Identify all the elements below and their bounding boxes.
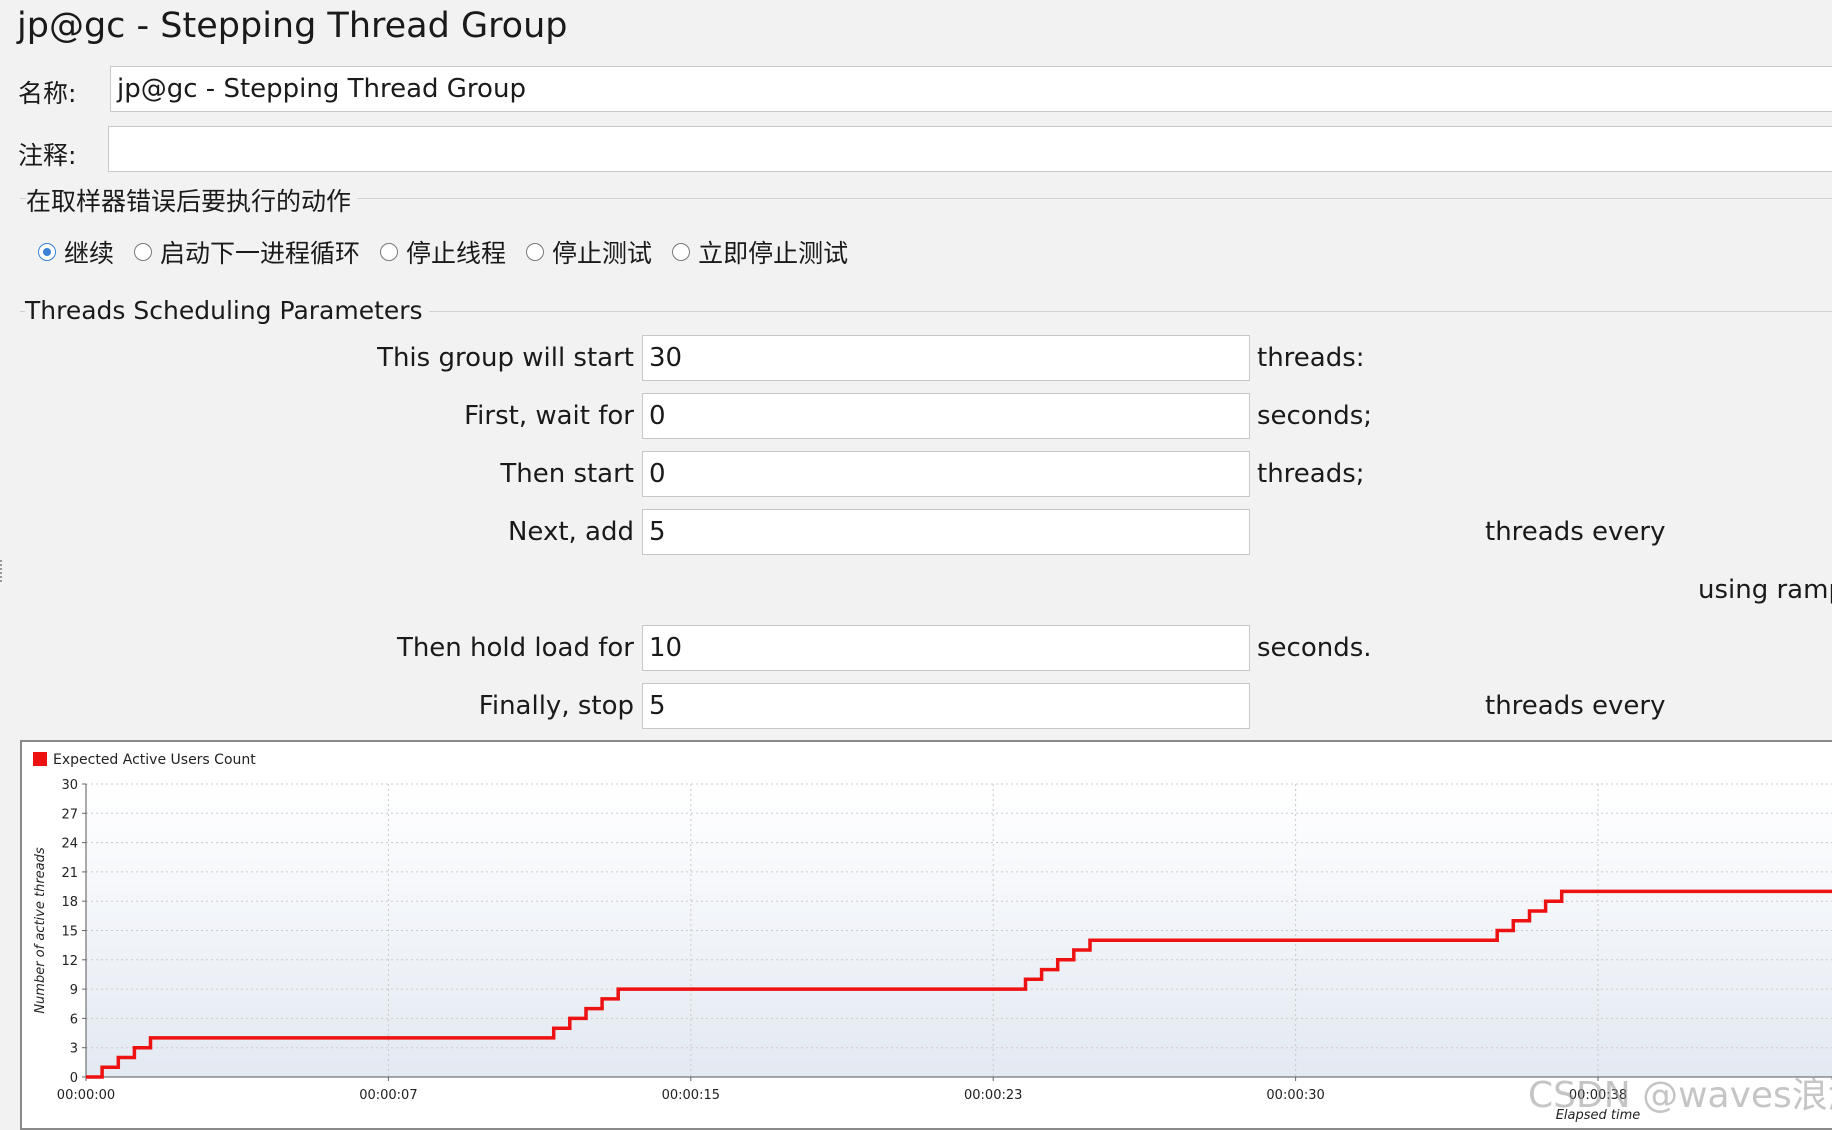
x-tick-label: 00:00:30 (1266, 1088, 1324, 1103)
error-action-option-label: 立即停止测试 (698, 239, 849, 268)
stop-field[interactable]: 5 (642, 683, 1250, 729)
error-action-option-label: 停止线程 (406, 239, 507, 268)
panel-title: jp@gc - Stepping Thread Group (17, 6, 568, 46)
error-action-radio-group: 继续 启动下一进程循环 停止线程 停止测试 立即停止测试 (38, 234, 848, 270)
x-tick-label: 00:00:00 (57, 1088, 115, 1103)
radio-button[interactable] (38, 243, 56, 261)
error-action-option[interactable]: 立即停止测试 (672, 234, 848, 270)
hold-unit: seconds. (1257, 633, 1372, 663)
start-users-unit: threads; (1257, 459, 1365, 489)
x-tick-label: 00:00:23 (964, 1088, 1022, 1103)
y-tick-label: 6 (70, 1012, 78, 1027)
comment-label: 注释: (18, 141, 77, 170)
initial-delay-label: First, wait for (464, 401, 634, 431)
radio-button[interactable] (672, 243, 691, 261)
radio-button[interactable] (380, 243, 399, 261)
y-tick-label: 30 (61, 778, 78, 793)
error-action-option[interactable]: 启动下一进程循环 (134, 234, 360, 270)
scheduling-title: Threads Scheduling Parameters (25, 296, 429, 325)
start-threads-label: This group will start (377, 343, 634, 373)
y-tick-label: 21 (61, 866, 78, 881)
radio-button[interactable] (134, 243, 153, 261)
error-action-option[interactable]: 停止线程 (380, 234, 506, 270)
initial-delay-field[interactable]: 0 (642, 393, 1250, 439)
x-tick-label: 00:00:07 (359, 1088, 417, 1103)
error-action-option[interactable]: 继续 (38, 234, 114, 270)
y-tick-label: 3 (70, 1042, 78, 1057)
start-threads-field[interactable]: 30 (642, 335, 1250, 381)
error-action-option[interactable]: 停止测试 (526, 234, 652, 270)
x-tick-label: 00:00:15 (662, 1088, 720, 1103)
error-action-title: 在取样器错误后要执行的动作 (26, 182, 358, 218)
comment-field[interactable] (108, 126, 1832, 172)
watermark: CSDN @waves浪游 (1528, 1075, 1832, 1116)
next-add-field[interactable]: 5 (642, 509, 1250, 555)
error-action-option-label: 启动下一进程循环 (160, 239, 361, 268)
start-threads-unit: threads: (1257, 343, 1365, 373)
name-field[interactable]: jp@gc - Stepping Thread Group (110, 66, 1832, 112)
splitter-handle[interactable] (0, 560, 6, 582)
y-tick-label: 18 (61, 895, 78, 910)
ramp-note: using ramp (1698, 575, 1832, 605)
name-label: 名称: (18, 79, 77, 108)
hold-label: Then hold load for (396, 633, 634, 663)
y-tick-label: 24 (61, 837, 78, 852)
start-users-field[interactable]: 0 (642, 451, 1250, 497)
legend-label: Expected Active Users Count (53, 752, 256, 768)
radio-button[interactable] (526, 243, 545, 261)
y-tick-label: 0 (70, 1071, 78, 1086)
stop-unit: threads every (1485, 691, 1666, 721)
start-users-label: Then start (500, 459, 634, 489)
y-axis-label: Number of active threads (33, 847, 48, 1014)
stop-label: Finally, stop (478, 691, 634, 721)
legend-swatch (33, 752, 47, 766)
y-tick-label: 9 (70, 983, 78, 998)
y-tick-label: 15 (61, 925, 78, 940)
next-add-unit: threads every (1485, 517, 1666, 547)
next-add-label: Next, add (507, 517, 634, 547)
hold-field[interactable]: 10 (642, 625, 1250, 671)
y-tick-label: 27 (61, 807, 78, 822)
initial-delay-unit: seconds; (1257, 401, 1373, 431)
y-tick-label: 12 (61, 954, 78, 969)
error-action-option-label: 继续 (64, 239, 115, 268)
error-action-option-label: 停止测试 (552, 239, 653, 268)
